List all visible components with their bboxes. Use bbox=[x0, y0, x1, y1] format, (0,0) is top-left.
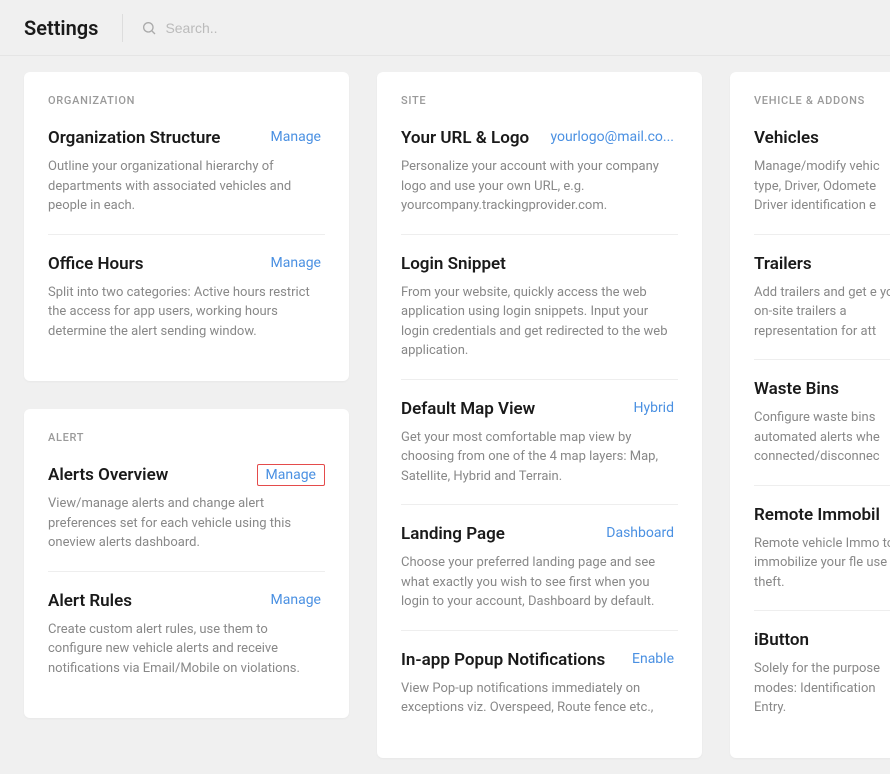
section-title: In-app Popup Notifications bbox=[401, 649, 605, 671]
section-alerts-overview: Alerts Overview Manage View/manage alert… bbox=[48, 464, 325, 571]
section-office-hours: Office Hours Manage Split into two categ… bbox=[48, 234, 325, 360]
section-url-logo: Your URL & Logo yourlogo@mail.co... Pers… bbox=[401, 127, 678, 234]
card-vehicle-addons: VEHICLE & ADDONS Vehicles Manage/modify … bbox=[730, 72, 890, 758]
page-title: Settings bbox=[24, 16, 98, 40]
section-header: Alert Rules Manage bbox=[48, 590, 325, 612]
section-default-map-view: Default Map View Hybrid Get your most co… bbox=[401, 379, 678, 505]
section-popup-notifications: In-app Popup Notifications Enable View P… bbox=[401, 630, 678, 736]
section-waste-bins: Waste Bins Configure waste bins automate… bbox=[754, 359, 890, 485]
section-header: Default Map View Hybrid bbox=[401, 398, 678, 420]
section-title: Alert Rules bbox=[48, 590, 132, 612]
section-alert-rules: Alert Rules Manage Create custom alert r… bbox=[48, 571, 325, 697]
section-title: Waste Bins bbox=[754, 378, 839, 400]
section-header: Trailers bbox=[754, 253, 890, 275]
manage-link-office-hours[interactable]: Manage bbox=[267, 253, 325, 273]
section-header: Waste Bins bbox=[754, 378, 890, 400]
column-site: SITE Your URL & Logo yourlogo@mail.co...… bbox=[377, 72, 702, 758]
section-header: Alerts Overview Manage bbox=[48, 464, 325, 486]
card-heading: SITE bbox=[401, 94, 678, 107]
card-alert: ALERT Alerts Overview Manage View/manage… bbox=[24, 409, 349, 718]
section-title: Organization Structure bbox=[48, 127, 220, 149]
section-login-snippet: Login Snippet From your website, quickly… bbox=[401, 234, 678, 379]
section-header: Organization Structure Manage bbox=[48, 127, 325, 149]
section-trailers: Trailers Add trailers and get e your on-… bbox=[754, 234, 890, 360]
card-heading: VEHICLE & ADDONS bbox=[754, 94, 890, 107]
header: Settings bbox=[0, 0, 890, 56]
manage-link-alert-rules[interactable]: Manage bbox=[267, 590, 325, 610]
section-desc: Outline your organizational hierarchy of… bbox=[48, 157, 325, 216]
content: ORGANIZATION Organization Structure Mana… bbox=[0, 56, 890, 774]
column-organization-alert: ORGANIZATION Organization Structure Mana… bbox=[24, 72, 349, 758]
section-header: In-app Popup Notifications Enable bbox=[401, 649, 678, 671]
section-header: iButton bbox=[754, 629, 890, 651]
section-desc: View Pop-up notifications immediately on… bbox=[401, 679, 678, 718]
search-input[interactable] bbox=[157, 14, 357, 42]
section-title: Vehicles bbox=[754, 127, 819, 149]
section-header: Your URL & Logo yourlogo@mail.co... bbox=[401, 127, 678, 149]
section-header: Login Snippet bbox=[401, 253, 678, 275]
section-desc: From your website, quickly access the we… bbox=[401, 283, 678, 361]
card-site: SITE Your URL & Logo yourlogo@mail.co...… bbox=[377, 72, 702, 758]
section-desc: Choose your preferred landing page and s… bbox=[401, 553, 678, 612]
section-desc: Add trailers and get e your on-site trai… bbox=[754, 283, 890, 342]
card-heading: ALERT bbox=[48, 431, 325, 444]
section-title: Login Snippet bbox=[401, 253, 506, 275]
section-remote-immobilizer: Remote Immobil Remote vehicle Immo to im… bbox=[754, 485, 890, 611]
link-landing-page[interactable]: Dashboard bbox=[602, 523, 678, 543]
manage-link-alerts-overview[interactable]: Manage bbox=[257, 464, 325, 486]
link-url-logo[interactable]: yourlogo@mail.co... bbox=[546, 127, 678, 147]
card-organization: ORGANIZATION Organization Structure Mana… bbox=[24, 72, 349, 381]
section-title: Alerts Overview bbox=[48, 464, 168, 486]
section-desc: Personalize your account with your compa… bbox=[401, 157, 678, 216]
section-vehicles: Vehicles Manage/modify vehic type, Drive… bbox=[754, 127, 890, 234]
section-title: Landing Page bbox=[401, 523, 505, 545]
column-vehicle-addons: VEHICLE & ADDONS Vehicles Manage/modify … bbox=[730, 72, 890, 758]
link-default-map-view[interactable]: Hybrid bbox=[629, 398, 678, 418]
section-title: iButton bbox=[754, 629, 809, 651]
manage-link-organization-structure[interactable]: Manage bbox=[267, 127, 325, 147]
search-icon bbox=[141, 20, 157, 36]
section-header: Remote Immobil bbox=[754, 504, 890, 526]
section-title: Trailers bbox=[754, 253, 812, 275]
section-header: Vehicles bbox=[754, 127, 890, 149]
section-header: Landing Page Dashboard bbox=[401, 523, 678, 545]
card-heading: ORGANIZATION bbox=[48, 94, 325, 107]
section-desc: Get your most comfortable map view by ch… bbox=[401, 428, 678, 487]
section-title: Your URL & Logo bbox=[401, 127, 529, 149]
section-desc: Split into two categories: Active hours … bbox=[48, 283, 325, 342]
section-desc: Manage/modify vehic type, Driver, Odomet… bbox=[754, 157, 890, 216]
section-header: Office Hours Manage bbox=[48, 253, 325, 275]
search-container bbox=[122, 14, 357, 42]
link-popup-notifications[interactable]: Enable bbox=[628, 649, 678, 669]
section-ibutton: iButton Solely for the purpose modes: Id… bbox=[754, 610, 890, 736]
section-desc: View/manage alerts and change alert pref… bbox=[48, 494, 325, 553]
section-desc: Create custom alert rules, use them to c… bbox=[48, 620, 325, 679]
section-title: Remote Immobil bbox=[754, 504, 880, 526]
section-organization-structure: Organization Structure Manage Outline yo… bbox=[48, 127, 325, 234]
section-desc: Remote vehicle Immo to immobilize your f… bbox=[754, 534, 890, 593]
section-title: Default Map View bbox=[401, 398, 535, 420]
section-title: Office Hours bbox=[48, 253, 143, 275]
section-desc: Configure waste bins automated alerts wh… bbox=[754, 408, 890, 467]
section-desc: Solely for the purpose modes: Identifica… bbox=[754, 659, 890, 718]
section-landing-page: Landing Page Dashboard Choose your prefe… bbox=[401, 504, 678, 630]
